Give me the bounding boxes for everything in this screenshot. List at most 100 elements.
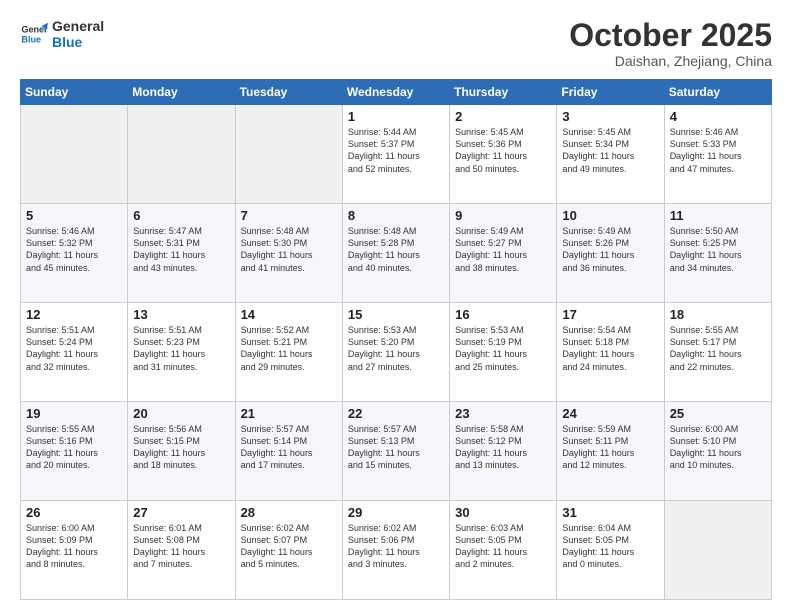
calendar-cell: 21 Sunrise: 5:57 AM Sunset: 5:14 PM Dayli… [235, 402, 342, 501]
day-number: 21 [241, 406, 337, 421]
col-header-friday: Friday [557, 80, 664, 105]
day-info: Sunrise: 5:48 AM Sunset: 5:28 PM Dayligh… [348, 225, 444, 274]
calendar-cell: 11Sunrise: 5:50 AM Sunset: 5:25 PM Dayli… [664, 204, 771, 303]
day-info: Sunrise: 5:52 AM Sunset: 5:21 PM Dayligh… [241, 324, 337, 373]
day-number: 12 [26, 307, 122, 322]
day-number: 26 [26, 505, 122, 520]
day-number: 8 [348, 208, 444, 223]
calendar-cell: 5 Sunrise: 5:46 AM Sunset: 5:32 PM Daylig… [21, 204, 128, 303]
day-info: Sunrise: 6:00 AM Sunset: 5:09 PM Dayligh… [26, 522, 122, 571]
day-number: 30 [455, 505, 551, 520]
col-header-monday: Monday [128, 80, 235, 105]
calendar-cell: 24 Sunrise: 5:59 AM Sunset: 5:11 PM Dayli… [557, 402, 664, 501]
day-number: 23 [455, 406, 551, 421]
day-number: 3 [562, 109, 658, 124]
col-header-wednesday: Wednesday [342, 80, 449, 105]
calendar-cell: 6 Sunrise: 5:47 AM Sunset: 5:31 PM Daylig… [128, 204, 235, 303]
day-number: 1 [348, 109, 444, 124]
calendar-cell: 27Sunrise: 6:01 AM Sunset: 5:08 PM Dayli… [128, 501, 235, 600]
calendar-cell: 20 Sunrise: 5:56 AM Sunset: 5:15 PM Dayli… [128, 402, 235, 501]
day-number: 29 [348, 505, 444, 520]
calendar-cell: 28 Sunrise: 6:02 AM Sunset: 5:07 PM Dayli… [235, 501, 342, 600]
day-number: 11 [670, 208, 766, 223]
svg-text:Blue: Blue [21, 34, 41, 44]
calendar-cell: 7Sunrise: 5:48 AM Sunset: 5:30 PM Daylig… [235, 204, 342, 303]
day-number: 20 [133, 406, 229, 421]
calendar-cell: 1 Sunrise: 5:44 AM Sunset: 5:37 PM Daylig… [342, 105, 449, 204]
calendar-cell [664, 501, 771, 600]
day-number: 31 [562, 505, 658, 520]
calendar-title: October 2025 [569, 18, 772, 53]
day-number: 7 [241, 208, 337, 223]
calendar-cell: 15 Sunrise: 5:53 AM Sunset: 5:20 PM Dayli… [342, 303, 449, 402]
calendar-cell: 13 Sunrise: 5:51 AM Sunset: 5:23 PM Dayli… [128, 303, 235, 402]
day-number: 28 [241, 505, 337, 520]
day-info: Sunrise: 5:59 AM Sunset: 5:11 PM Dayligh… [562, 423, 658, 472]
calendar-cell [235, 105, 342, 204]
day-number: 22 [348, 406, 444, 421]
day-info: Sunrise: 5:46 AM Sunset: 5:33 PM Dayligh… [670, 126, 766, 175]
day-info: Sunrise: 5:47 AM Sunset: 5:31 PM Dayligh… [133, 225, 229, 274]
col-header-saturday: Saturday [664, 80, 771, 105]
day-number: 9 [455, 208, 551, 223]
calendar-cell: 29Sunrise: 6:02 AM Sunset: 5:06 PM Dayli… [342, 501, 449, 600]
calendar-cell: 14 Sunrise: 5:52 AM Sunset: 5:21 PM Dayli… [235, 303, 342, 402]
calendar-cell: 17 Sunrise: 5:54 AM Sunset: 5:18 PM Dayli… [557, 303, 664, 402]
day-number: 18 [670, 307, 766, 322]
week-row-2: 12 Sunrise: 5:51 AM Sunset: 5:24 PM Dayli… [21, 303, 772, 402]
day-info: Sunrise: 5:45 AM Sunset: 5:34 PM Dayligh… [562, 126, 658, 175]
day-info: Sunrise: 6:02 AM Sunset: 5:07 PM Dayligh… [241, 522, 337, 571]
day-info: Sunrise: 6:03 AM Sunset: 5:05 PM Dayligh… [455, 522, 551, 571]
logo: General Blue General Blue [20, 18, 104, 50]
header-row: SundayMondayTuesdayWednesdayThursdayFrid… [21, 80, 772, 105]
calendar-cell [21, 105, 128, 204]
logo-icon: General Blue [20, 20, 48, 48]
day-info: Sunrise: 5:58 AM Sunset: 5:12 PM Dayligh… [455, 423, 551, 472]
calendar-cell: 26 Sunrise: 6:00 AM Sunset: 5:09 PM Dayli… [21, 501, 128, 600]
day-number: 19 [26, 406, 122, 421]
day-info: Sunrise: 6:00 AM Sunset: 5:10 PM Dayligh… [670, 423, 766, 472]
day-info: Sunrise: 5:46 AM Sunset: 5:32 PM Dayligh… [26, 225, 122, 274]
day-number: 16 [455, 307, 551, 322]
day-number: 25 [670, 406, 766, 421]
day-info: Sunrise: 5:54 AM Sunset: 5:18 PM Dayligh… [562, 324, 658, 373]
day-number: 17 [562, 307, 658, 322]
day-info: Sunrise: 5:51 AM Sunset: 5:24 PM Dayligh… [26, 324, 122, 373]
calendar-cell: 8 Sunrise: 5:48 AM Sunset: 5:28 PM Daylig… [342, 204, 449, 303]
day-number: 4 [670, 109, 766, 124]
calendar-cell: 4 Sunrise: 5:46 AM Sunset: 5:33 PM Daylig… [664, 105, 771, 204]
day-number: 14 [241, 307, 337, 322]
calendar-cell: 23 Sunrise: 5:58 AM Sunset: 5:12 PM Dayli… [450, 402, 557, 501]
day-number: 6 [133, 208, 229, 223]
calendar-cell: 9 Sunrise: 5:49 AM Sunset: 5:27 PM Daylig… [450, 204, 557, 303]
day-info: Sunrise: 5:55 AM Sunset: 5:17 PM Dayligh… [670, 324, 766, 373]
calendar-cell: 10 Sunrise: 5:49 AM Sunset: 5:26 PM Dayli… [557, 204, 664, 303]
day-info: Sunrise: 5:44 AM Sunset: 5:37 PM Dayligh… [348, 126, 444, 175]
calendar-cell: 2 Sunrise: 5:45 AM Sunset: 5:36 PM Daylig… [450, 105, 557, 204]
page: General Blue General Blue October 2025 D… [0, 0, 792, 612]
calendar-cell: 19Sunrise: 5:55 AM Sunset: 5:16 PM Dayli… [21, 402, 128, 501]
calendar-cell: 31Sunrise: 6:04 AM Sunset: 5:05 PM Dayli… [557, 501, 664, 600]
title-block: October 2025 Daishan, Zhejiang, China [569, 18, 772, 69]
day-info: Sunrise: 5:51 AM Sunset: 5:23 PM Dayligh… [133, 324, 229, 373]
header: General Blue General Blue October 2025 D… [20, 18, 772, 69]
logo-general: General [52, 18, 104, 34]
calendar-cell: 25 Sunrise: 6:00 AM Sunset: 5:10 PM Dayli… [664, 402, 771, 501]
week-row-4: 26 Sunrise: 6:00 AM Sunset: 5:09 PM Dayli… [21, 501, 772, 600]
day-info: Sunrise: 5:49 AM Sunset: 5:26 PM Dayligh… [562, 225, 658, 274]
day-info: Sunrise: 5:57 AM Sunset: 5:14 PM Dayligh… [241, 423, 337, 472]
day-number: 13 [133, 307, 229, 322]
day-info: Sunrise: 5:56 AM Sunset: 5:15 PM Dayligh… [133, 423, 229, 472]
day-number: 24 [562, 406, 658, 421]
day-number: 2 [455, 109, 551, 124]
day-info: Sunrise: 6:01 AM Sunset: 5:08 PM Dayligh… [133, 522, 229, 571]
day-info: Sunrise: 5:53 AM Sunset: 5:19 PM Dayligh… [455, 324, 551, 373]
day-info: Sunrise: 5:45 AM Sunset: 5:36 PM Dayligh… [455, 126, 551, 175]
day-number: 15 [348, 307, 444, 322]
calendar-table: SundayMondayTuesdayWednesdayThursdayFrid… [20, 79, 772, 600]
day-number: 10 [562, 208, 658, 223]
day-number: 5 [26, 208, 122, 223]
day-info: Sunrise: 5:49 AM Sunset: 5:27 PM Dayligh… [455, 225, 551, 274]
day-info: Sunrise: 5:53 AM Sunset: 5:20 PM Dayligh… [348, 324, 444, 373]
week-row-3: 19Sunrise: 5:55 AM Sunset: 5:16 PM Dayli… [21, 402, 772, 501]
